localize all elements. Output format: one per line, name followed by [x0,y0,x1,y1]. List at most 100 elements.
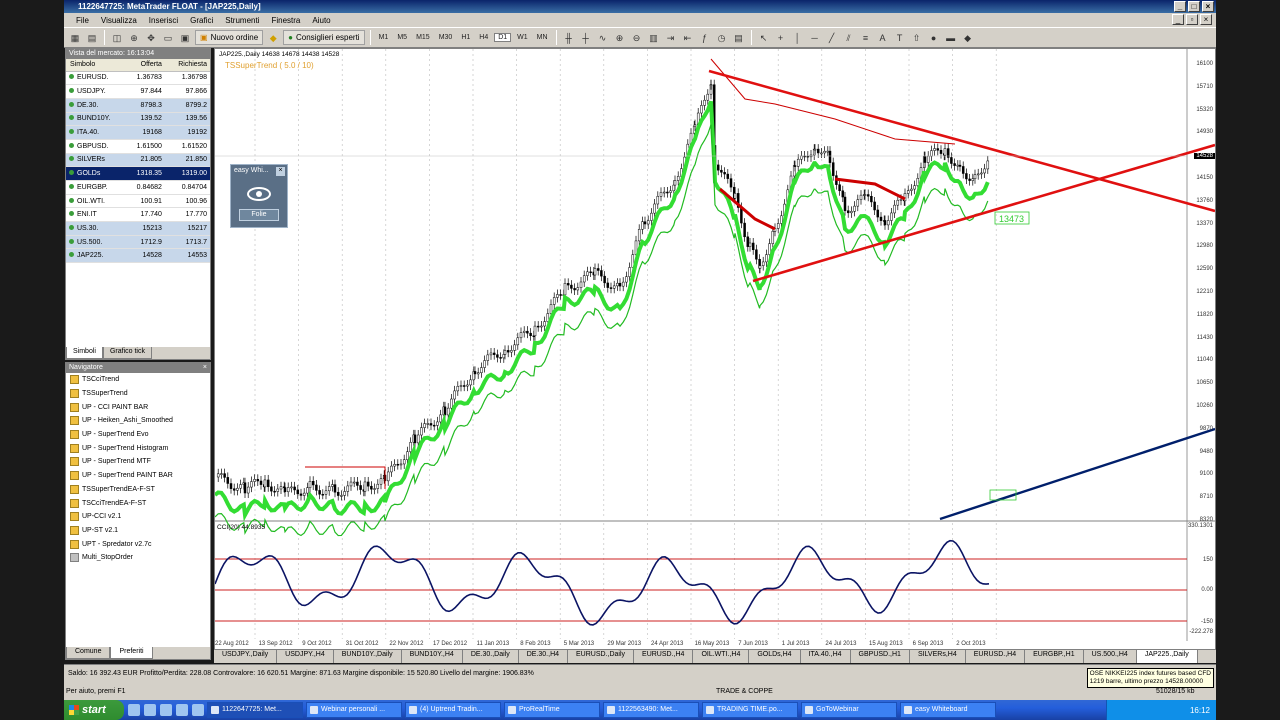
taskbar-task[interactable]: (4) Uptrend Tradin... [405,702,501,718]
autoscroll-icon[interactable]: ⇥ [664,31,678,45]
indicators-icon[interactable]: ƒ [698,31,712,45]
start-button[interactable]: start [64,700,124,720]
chart-tab[interactable]: USDJPY.,Daily [214,650,278,663]
taskbar-task[interactable]: Webinar personali ... [306,702,402,718]
cursor-icon[interactable]: ↖ [757,31,771,45]
col-symbol[interactable]: Simbolo [66,59,126,72]
ellipse-icon[interactable]: ● [927,31,941,45]
market-watch-row[interactable]: EURUSD. 1.36783 1.36798 [66,71,210,86]
navigator-item[interactable]: UP - Heiken_Ashi_Smoothed [66,414,210,428]
market-watch-row[interactable]: US.30. 15213 15217 [66,221,210,236]
market-watch-row[interactable]: ITA.40. 19168 19192 [66,125,210,140]
navigator-item[interactable]: UP - SuperTrend PAINT BAR [66,469,210,483]
navigator-item[interactable]: UP - SuperTrend Evo [66,428,210,442]
chart-tab[interactable]: OIL.WTI.,H4 [693,650,750,663]
chart-tab[interactable]: EURUSD.,Daily [568,650,635,663]
label-icon[interactable]: T [893,31,907,45]
firefox-icon[interactable] [176,704,188,716]
tf-m30[interactable]: M30 [436,34,456,41]
chart-tab[interactable]: USDJPY.,H4 [277,650,334,663]
chart-tab[interactable]: EURGBP.,H1 [1025,650,1084,663]
chrome-icon[interactable] [192,704,204,716]
navigator-item[interactable]: UP - CCI PAINT BAR [66,400,210,414]
col-bid[interactable]: Offerta [125,59,165,72]
rectangle-icon[interactable]: ▬ [944,31,958,45]
navigator-item[interactable]: UP - SuperTrend Histogram [66,441,210,455]
taskbar-task[interactable]: 1122647725: Met... [207,702,303,718]
menu-charts[interactable]: Grafici [184,16,219,25]
terminal-icon[interactable]: ▭ [161,31,175,45]
data-window-icon[interactable]: ⊕ [127,31,141,45]
tile-windows-icon[interactable]: ▥ [647,31,661,45]
chart-tab[interactable]: SILVERs,H4 [910,650,966,663]
tf-m1[interactable]: M1 [376,34,392,41]
tf-mn[interactable]: MN [534,34,551,41]
mdi-restore-button[interactable]: ▫ [1186,14,1198,25]
menu-help[interactable]: Aiuto [306,16,336,25]
navigator-item[interactable]: TSCciTrendEA-F-ST [66,496,210,510]
new-chart-icon[interactable]: ▦ [68,31,82,45]
chart-tab[interactable]: BUND10Y.,H4 [402,650,463,663]
expert-advisors-button[interactable]: ● Consiglieri esperti [283,30,365,45]
media-player-icon[interactable] [160,704,172,716]
market-watch-row[interactable]: ENI.IT 17.740 17.770 [66,207,210,223]
menu-window[interactable]: Finestra [265,16,306,25]
chart-tab[interactable]: GOLDs,H4 [749,650,801,663]
tf-h1[interactable]: H1 [458,34,473,41]
chart-tab[interactable]: ITA.40.,H4 [801,650,851,663]
candle-chart-icon[interactable]: ┼ [579,31,593,45]
tester-icon[interactable]: ▣ [178,31,192,45]
market-watch-row[interactable]: US.500. 1712.9 1713.7 [66,235,210,250]
zoom-in-icon[interactable]: ⊕ [613,31,627,45]
chart-tab[interactable]: BUND10Y.,Daily [334,650,402,663]
navigator-item[interactable]: UP - SuperTrend MTF [66,455,210,469]
market-watch-icon[interactable]: ◫ [110,31,124,45]
fibonacci-icon[interactable]: ≡ [859,31,873,45]
taskbar-task[interactable]: TRADING TIME.po... [702,702,798,718]
vertical-line-icon[interactable]: │ [791,31,805,45]
market-watch-row[interactable]: JAP225. 14528 14553 [66,248,210,264]
chart-tab[interactable]: EURUSD.,H4 [966,650,1026,663]
navigator-item[interactable]: TSSuperTrendEA-F-ST [66,483,210,497]
taskbar-task[interactable]: easy Whiteboard [900,702,996,718]
outlook-icon[interactable] [144,704,156,716]
menu-tools[interactable]: Strumenti [219,16,265,25]
tf-d1[interactable]: D1 [494,33,512,42]
market-watch-row[interactable]: SILVERs 21.805 21.850 [66,153,210,168]
tf-w1[interactable]: W1 [514,34,531,41]
market-watch-row[interactable]: GOLDs 1318.35 1319.00 [66,166,210,181]
tf-m5[interactable]: M5 [394,34,410,41]
easy-whiteboard-widget[interactable]: easy Whi... × Folie [230,164,288,228]
chart-tab[interactable]: GBPUSD.,H1 [851,650,910,663]
navigator-item[interactable]: UPT - Spredator v2.7c [66,537,210,551]
navigator-item[interactable]: Multi_StopOrder [66,551,210,565]
periods-icon[interactable]: ◷ [715,31,729,45]
chart-tab[interactable]: EURUSD.,H4 [634,650,694,663]
horizontal-line-icon[interactable]: ─ [808,31,822,45]
close-icon[interactable]: × [276,167,285,176]
navigator-icon[interactable]: ✥ [144,31,158,45]
market-watch-row[interactable]: OIL.WTI. 100.91 100.96 [66,194,210,209]
minimize-button[interactable]: _ [1174,1,1186,12]
market-watch-row[interactable]: DE.30. 8798.3 8799.2 [66,98,210,113]
market-watch-row[interactable]: EURGBP. 0.84682 0.84704 [66,180,210,195]
folie-button[interactable]: Folie [239,209,279,221]
ie-icon[interactable] [128,704,140,716]
tab-symbols[interactable]: Simboli [66,347,103,359]
maximize-button[interactable]: □ [1188,1,1200,12]
taskbar-task[interactable]: ProRealTime [504,702,600,718]
taskbar-task[interactable]: GoToWebinar [801,702,897,718]
chart-tab[interactable]: DE.30.,Daily [463,650,519,663]
tf-h4[interactable]: H4 [476,34,491,41]
navigator-item[interactable]: TSCciTrend [66,373,210,387]
new-order-button[interactable]: ▣ Nuovo ordine [195,30,264,45]
bar-chart-icon[interactable]: ╫ [562,31,576,45]
templates-icon[interactable]: ▤ [732,31,746,45]
crosshair-icon[interactable]: + [774,31,788,45]
line-chart-icon[interactable]: ∿ [596,31,610,45]
eye-icon[interactable] [247,187,271,201]
chart-shift-icon[interactable]: ⇤ [681,31,695,45]
menu-insert[interactable]: Inserisci [143,16,184,25]
chart-tab[interactable]: US.500.,H4 [1084,650,1137,663]
market-watch-row[interactable]: BUND10Y. 139.52 139.56 [66,112,210,127]
